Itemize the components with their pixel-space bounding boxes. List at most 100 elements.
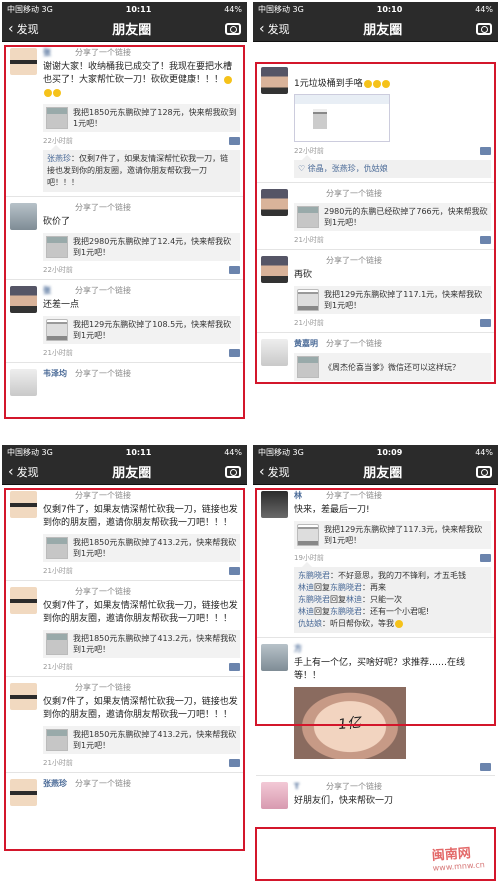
- back-button[interactable]: ‹ 发现: [8, 21, 39, 37]
- shared-link-card[interactable]: 我把1850元东鹏砍掉了413.2元，快来帮我砍到1元吧！: [43, 534, 240, 562]
- commenter-name[interactable]: 林迪: [298, 607, 314, 616]
- poster-name[interactable]: 黄嘉明: [294, 338, 320, 349]
- link-title: 我把1850元东鹏砍掉了413.2元，快来帮我砍到1元吧！: [73, 634, 237, 654]
- shared-link-card[interactable]: 《周杰伦喜当爹》微信还可以这样玩？: [294, 353, 491, 381]
- comment-icon[interactable]: [480, 554, 491, 562]
- shared-link-card[interactable]: 我把1850元东鹏砍掉了413.2元，快来帮我砍到1元吧！: [43, 726, 240, 754]
- poster-name[interactable]: [43, 203, 69, 212]
- comment-icon[interactable]: [480, 319, 491, 327]
- avatar[interactable]: [261, 491, 288, 518]
- avatar[interactable]: [10, 491, 37, 518]
- back-button[interactable]: ‹ 发现: [259, 21, 290, 37]
- comment-icon[interactable]: [229, 137, 240, 145]
- avatar[interactable]: [10, 48, 37, 75]
- comment-icon[interactable]: [229, 349, 240, 357]
- moment-post: 韦泽均 分享了一个链接: [5, 363, 244, 403]
- post-image[interactable]: 1亿: [294, 687, 406, 759]
- post-text: 砍价了: [43, 217, 71, 227]
- poster-name[interactable]: [43, 587, 69, 596]
- post-text: 还差一点: [43, 300, 80, 310]
- avatar[interactable]: [261, 339, 288, 366]
- emoji-icon: [372, 79, 381, 88]
- post-time: 21小时前: [43, 567, 73, 575]
- poster-name[interactable]: 韦泽均: [43, 368, 69, 379]
- poster-name[interactable]: [294, 256, 320, 265]
- shared-link-card[interactable]: 我把129元东鹏砍掉了108.5元，快来帮我砍到1元吧！: [43, 316, 240, 344]
- poster-name[interactable]: 张: [43, 285, 69, 296]
- comment-icon[interactable]: [480, 147, 491, 155]
- poster-name[interactable]: [294, 66, 320, 75]
- post-text: 仅剩7件了，如果友情深帮忙砍我一刀，链接也发到你的朋友圈，邀请你朋友帮砍我一刀吧…: [43, 697, 238, 720]
- comment-section: 张燕珍：仅剩7件了，如果友情深帮忙砍我一刀，链接也发到你的朋友圈，邀请你朋友帮砍…: [43, 145, 240, 192]
- comment-icon[interactable]: [229, 759, 240, 767]
- avatar[interactable]: [10, 286, 37, 313]
- camera-icon[interactable]: [225, 22, 241, 35]
- reply-to-name[interactable]: 东鹏晓君: [330, 583, 362, 592]
- poster-name[interactable]: 方: [294, 643, 320, 654]
- clock: 10:11: [125, 447, 152, 457]
- camera-icon[interactable]: [476, 465, 492, 478]
- avatar[interactable]: [261, 256, 288, 283]
- back-label: 发现: [267, 465, 290, 479]
- link-thumbnail: [297, 289, 319, 311]
- avatar[interactable]: [10, 683, 37, 710]
- poster-name[interactable]: 张燕珍: [43, 778, 69, 789]
- commenter-name[interactable]: 东鹏晓君: [298, 595, 330, 604]
- post-time: 21小时前: [43, 349, 73, 357]
- avatar[interactable]: [261, 67, 288, 94]
- shared-link-card[interactable]: 我把1850元东鹏砍掉了128元，快来帮我砍到1元吧！: [43, 104, 240, 132]
- avatar[interactable]: [261, 189, 288, 216]
- post-action: 分享了一个链接: [75, 491, 131, 500]
- back-label: 发现: [267, 22, 290, 36]
- shared-link-card[interactable]: 我把1850元东鹏砍掉了413.2元，快来帮我砍到1元吧！: [43, 630, 240, 658]
- poster-name[interactable]: 张: [43, 47, 69, 58]
- back-button[interactable]: ‹ 发现: [8, 464, 39, 480]
- poster-name[interactable]: T: [294, 782, 320, 791]
- commenter-name[interactable]: 林迪: [298, 583, 314, 592]
- comment-icon[interactable]: [480, 763, 491, 771]
- post-action: 分享了一个链接: [326, 339, 382, 348]
- battery-level: 44%: [224, 447, 242, 457]
- back-button[interactable]: ‹ 发现: [259, 464, 290, 480]
- comment-icon[interactable]: [229, 266, 240, 274]
- shared-link-card[interactable]: 我把129元东鹏砍掉了117.1元，快来帮我砍到1元吧！: [294, 286, 491, 314]
- shared-link-card[interactable]: 我把2980元东鹏砍掉了12.4元，快来帮我砍到1元吧！: [43, 233, 240, 261]
- carrier-label: 中国移动: [258, 447, 290, 457]
- avatar[interactable]: [10, 779, 37, 806]
- post-image[interactable]: [294, 94, 390, 142]
- camera-icon[interactable]: [476, 22, 492, 35]
- chevron-left-icon: ‹: [259, 463, 265, 480]
- clock: 10:10: [376, 4, 403, 14]
- shared-link-card[interactable]: 2980元的东鹏已经砍掉了766元，快来帮我砍到1元吧！: [294, 203, 491, 231]
- avatar[interactable]: [10, 369, 37, 396]
- camera-icon[interactable]: [225, 465, 241, 478]
- poster-name[interactable]: [43, 491, 69, 500]
- reply-to-name[interactable]: 东鹏晓君: [330, 607, 362, 616]
- reply-to-name[interactable]: 林迪: [346, 595, 362, 604]
- post-time: 21小时前: [294, 236, 324, 244]
- avatar[interactable]: [10, 203, 37, 230]
- phone-panel-4: 中国移动 3G 10:09 44% ‹ 发现 朋友圈 林分享了一个链接 快来，差最…: [253, 445, 498, 881]
- shared-link-card[interactable]: 我把129元东鹏砍掉了117.3元，快来帮我砍到1元吧！: [294, 521, 491, 549]
- link-thumbnail: [297, 206, 319, 228]
- avatar[interactable]: [261, 644, 288, 671]
- comment-icon[interactable]: [229, 567, 240, 575]
- commenter-name[interactable]: 东鹏晓君: [298, 571, 330, 580]
- poster-name[interactable]: [43, 683, 69, 692]
- link-thumbnail: [46, 537, 68, 559]
- commenter-name[interactable]: 仇姑娘: [298, 619, 322, 628]
- moments-feed: 1元垃圾桶到手咯 22小时前 ♡ 徐晶，张燕珍，仇姑娘 分享了一个链接 2980…: [253, 42, 498, 438]
- comment-icon[interactable]: [229, 663, 240, 671]
- poster-name[interactable]: 林: [294, 490, 320, 501]
- comment-icon[interactable]: [480, 236, 491, 244]
- avatar[interactable]: [10, 587, 37, 614]
- chevron-left-icon: ‹: [259, 20, 265, 37]
- poster-name[interactable]: [294, 189, 320, 198]
- battery-level: 44%: [475, 4, 493, 14]
- avatar[interactable]: [261, 782, 288, 809]
- page-title: 朋友圈: [363, 23, 403, 38]
- commenter-name[interactable]: 张燕珍: [47, 154, 71, 163]
- comment-text: ：只能一次: [362, 595, 402, 604]
- battery-level: 44%: [224, 4, 242, 14]
- liker-names[interactable]: 徐晶，张燕珍，仇姑娘: [308, 164, 388, 173]
